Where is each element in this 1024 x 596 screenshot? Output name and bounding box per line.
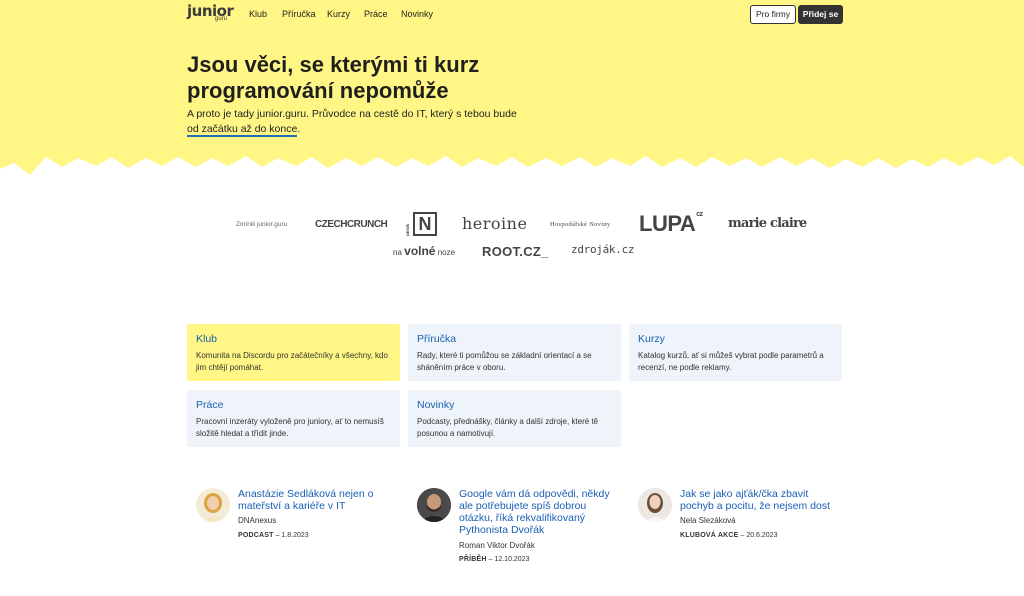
story-kind: KLUBOVÁ AKCE (680, 532, 739, 539)
hero-subtitle-end: . (297, 123, 301, 135)
lupa-logo: LUPAcz (639, 211, 703, 237)
nav-link-klub[interactable]: Klub (249, 9, 267, 19)
lupa-logo-cz: cz (696, 211, 703, 218)
tile-text: Pracovní inzeráty vyloženě pro juniory, … (196, 417, 384, 438)
story-author: Roman Viktor Dvořák (459, 541, 535, 550)
story-date: – 12.10.2023 (488, 556, 530, 563)
na-volne-noze-logo: na volné noze (393, 244, 455, 258)
story-date: – 20.6.2023 (740, 532, 778, 539)
tile-title: Práce (196, 399, 224, 411)
story-author: Nela Slezáková (680, 516, 736, 525)
tile-prace[interactable]: Práce Pracovní inzeráty vyloženě pro jun… (187, 390, 400, 447)
nvn-logo-before: na (393, 248, 402, 257)
heroine-logo: heroine (462, 214, 528, 233)
nav-link-novinky[interactable]: Novinky (401, 9, 433, 19)
top-nav: junior guru Klub Příručka Kurzy Práce No… (0, 0, 1024, 30)
hero-subtitle: A proto je tady junior.guru. Průvodce na… (187, 107, 527, 137)
tile-title: Novinky (417, 399, 455, 411)
story-kind: PŘÍBĚH (459, 556, 487, 563)
story-meta: PODCAST – 1.8.2023 (238, 532, 309, 539)
tile-title: Klub (196, 333, 218, 345)
avatar-image (638, 488, 672, 522)
for-companies-button[interactable]: Pro firmy (750, 5, 796, 24)
hero: Jsou věci, se kterými ti kurz programová… (0, 30, 1024, 178)
hospodarske-noviny-logo: Hospodářské Noviny (550, 221, 611, 228)
story-meta: PŘÍBĚH – 12.10.2023 (459, 556, 529, 563)
story-author: DNAnexus (238, 516, 277, 525)
tile-title: Kurzy (638, 333, 665, 345)
avatar (196, 488, 230, 522)
story-title[interactable]: Anastázie Sedláková nejen o mateřství a … (238, 488, 398, 512)
nav-link-kurzy[interactable]: Kurzy (327, 9, 350, 19)
story-meta: KLUBOVÁ AKCE – 20.6.2023 (680, 532, 777, 539)
logo-sub: guru (215, 16, 228, 22)
hero-subtitle-text: A proto je tady junior.guru. Průvodce na… (187, 108, 517, 120)
tile-novinky[interactable]: Novinky Podcasty, přednášky, články a da… (408, 390, 621, 447)
tile-text: Rady, které ti pomůžou se základní orien… (417, 351, 592, 372)
lupa-logo-word: LUPA (639, 211, 696, 236)
tile-klub[interactable]: Klub Komunita na Discordu pro začátečník… (187, 324, 400, 381)
denik-n-logo-vertical: DENÍK (405, 223, 410, 236)
story-title[interactable]: Jak se jako ajťák/čka zbavit pochyb a po… (680, 488, 840, 512)
junior-guru-logo[interactable]: junior guru (187, 2, 234, 25)
czechcrunch-logo: CZECHCRUNCH (315, 219, 388, 230)
avatar-image (417, 488, 451, 522)
tile-prirucka[interactable]: Příručka Rady, které ti pomůžou se zákla… (408, 324, 621, 381)
tile-kurzy[interactable]: Kurzy Katalog kurzů, ať si můžeš vybrat … (629, 324, 842, 381)
nav-link-prace[interactable]: Práce (364, 9, 388, 19)
nav-link-prirucka[interactable]: Příručka (282, 9, 316, 19)
root-cz-logo: ROOT.CZ_ (482, 244, 549, 259)
nvn-logo-mid: volné (404, 244, 436, 258)
story-date: – 1.8.2023 (275, 532, 309, 539)
denik-n-logo: DENÍK N (405, 212, 437, 236)
hero-subtitle-link[interactable]: od začátku až do konce (187, 123, 298, 137)
press-mentions-label: Zmínili junior.guru (236, 221, 288, 228)
hero-title: Jsou věci, se kterými ti kurz programová… (187, 52, 480, 103)
story-kind: PODCAST (238, 532, 274, 539)
zdrojak-logo: zdroják.cz (571, 243, 635, 256)
tile-text: Katalog kurzů, ať si můžeš vybrat podle … (638, 351, 824, 372)
tile-title: Příručka (417, 333, 457, 345)
story-title[interactable]: Google vám dá odpovědi, někdy ale potřeb… (459, 488, 619, 536)
avatar (417, 488, 451, 522)
tile-text: Podcasty, přednášky, články a další zdro… (417, 417, 599, 438)
join-button[interactable]: Přidej se (798, 5, 843, 24)
tile-text: Komunita na Discordu pro začátečníky a v… (196, 351, 388, 372)
nvn-logo-after: noze (437, 248, 456, 257)
avatar (638, 488, 672, 522)
denik-n-logo-letter: N (413, 212, 437, 236)
avatar-image (201, 493, 225, 522)
marie-claire-logo: marie claire (728, 216, 807, 231)
